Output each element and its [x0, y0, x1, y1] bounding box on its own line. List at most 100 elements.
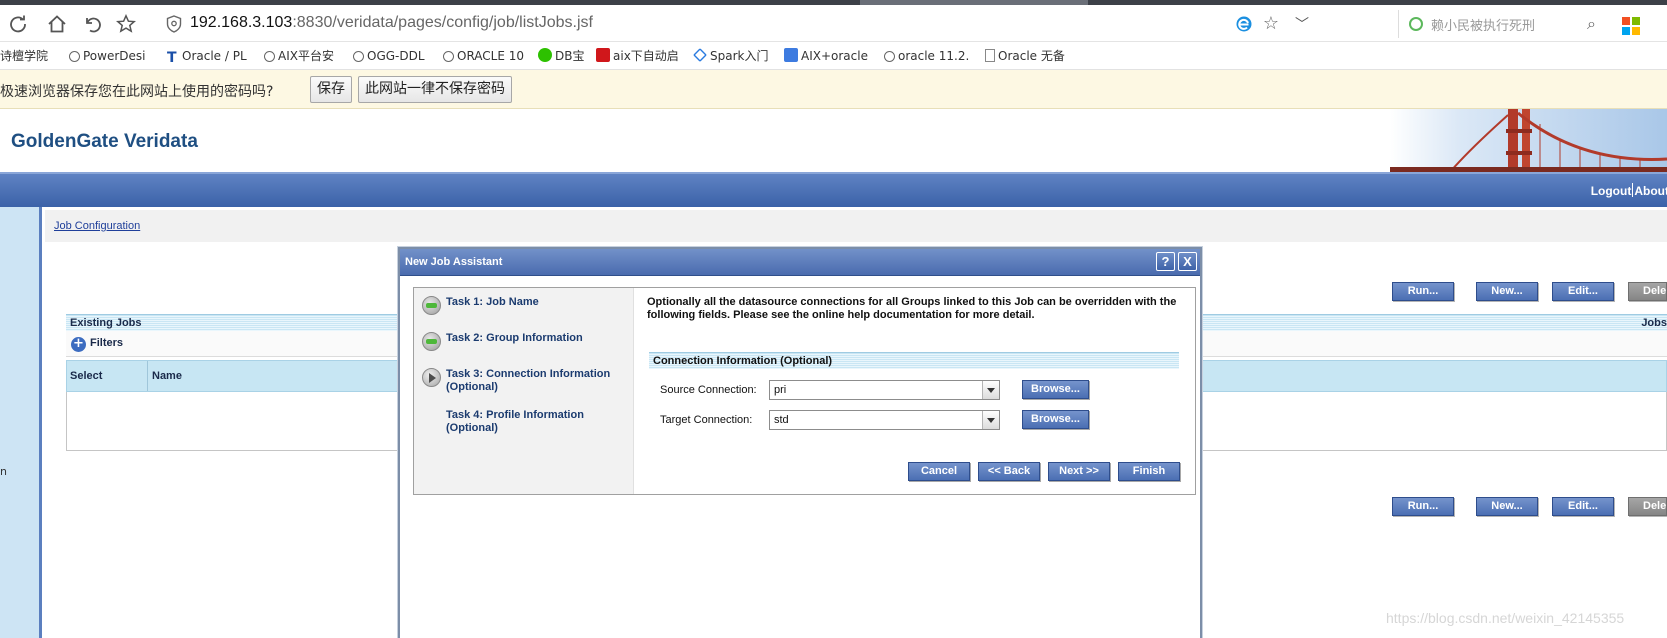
chevron-down-icon[interactable]: ﹀	[1295, 14, 1309, 34]
watermark: https://blog.csdn.net/weixin_42145355	[1386, 610, 1625, 626]
url-path: :8830/veridata/pages/config/job/listJobs…	[292, 14, 593, 31]
browse-source-button[interactable]: Browse...	[1022, 380, 1089, 399]
target-connection-input[interactable]	[770, 411, 982, 429]
delete-button-bottom[interactable]: Delete	[1628, 497, 1667, 516]
logout-link[interactable]: Logout	[1591, 184, 1632, 198]
bookmark-label: aix下自动启	[613, 49, 679, 63]
bookmarks-bar: 诗檀学院 PowerDesi T Oracle / PL AIX平台安 OGG-D…	[0, 42, 1667, 70]
logo-icon	[69, 51, 80, 62]
nav-links: Logout About	[1591, 183, 1667, 198]
source-connection-input[interactable]	[770, 381, 982, 399]
source-connection-combobox[interactable]	[769, 380, 1000, 400]
dialog-titlebar[interactable]: New Job Assistant ? X	[400, 249, 1200, 276]
never-save-password-button[interactable]: 此网站一律不保存密码	[358, 76, 512, 103]
run-button-bottom[interactable]: Run...	[1392, 497, 1454, 516]
t-icon: T	[167, 50, 177, 66]
nav-bar: Logout About	[0, 172, 1667, 207]
bookmark-item[interactable]: Oracle 无备	[985, 47, 1065, 65]
browse-target-button[interactable]: Browse...	[1022, 410, 1089, 429]
favorite-star-icon[interactable]: ☆	[1263, 13, 1279, 34]
filters-label[interactable]: Filters	[90, 337, 123, 349]
bookmark-label: Spark入门	[710, 49, 769, 63]
search-suggestion[interactable]: 赖小民被执行死刑	[1431, 15, 1535, 34]
bookmark-item[interactable]: AIX+oracle	[784, 47, 868, 65]
connection-section-title: Connection Information (Optional)	[653, 355, 833, 367]
step-profile-information[interactable]: Task 4: Profile Information (Optional)	[414, 408, 634, 438]
existing-jobs-title: Existing Jobs	[70, 317, 142, 329]
step-complete-icon	[422, 296, 441, 315]
app-header: GoldenGate Veridata	[0, 109, 1667, 172]
url-text[interactable]: 192.168.3.103:8830/veridata/pages/config…	[190, 14, 593, 32]
diamond-icon	[693, 48, 707, 62]
finish-button[interactable]: Finish	[1118, 462, 1180, 481]
bookmark-item[interactable]: AIX平台安	[264, 47, 334, 65]
bookmark-item[interactable]: oracle 11.2.	[884, 47, 969, 65]
bookmark-label: ORACLE 10	[457, 49, 525, 63]
bookmark-item[interactable]: OGG-DDL	[353, 47, 425, 65]
wizard-steps: Task 1: Job Name Task 2: Group Informati…	[414, 288, 634, 494]
step-group-information[interactable]: Task 2: Group Information	[414, 330, 634, 354]
bookmark-item[interactable]: aix下自动启	[596, 47, 679, 65]
bookmark-item[interactable]: 诗檀学院	[0, 47, 48, 65]
wechat-icon	[538, 48, 552, 62]
connection-section-header: Connection Information (Optional)	[649, 352, 1179, 369]
target-connection-label: Target Connection:	[660, 414, 753, 426]
csdn-icon	[596, 48, 610, 62]
home-icon[interactable]	[47, 14, 67, 34]
new-button-bottom[interactable]: New...	[1476, 497, 1538, 516]
column-header-select[interactable]: Select	[70, 370, 102, 382]
golden-gate-bridge-banner	[1390, 109, 1667, 172]
bookmark-star-icon[interactable]	[115, 13, 137, 34]
bookmark-label: DB宝	[555, 49, 585, 63]
logo-icon	[353, 51, 364, 62]
page-icon	[985, 49, 995, 62]
bookmark-item[interactable]: Spark入门	[693, 47, 768, 65]
dialog-title: New Job Assistant	[405, 256, 503, 268]
help-icon[interactable]: ?	[1156, 252, 1175, 271]
bookmark-item[interactable]: DB宝	[538, 47, 584, 65]
chevron-down-icon[interactable]	[982, 381, 999, 399]
next-button[interactable]: Next >>	[1048, 462, 1110, 481]
edit-button-bottom[interactable]: Edit...	[1552, 497, 1614, 516]
address-bar[interactable]: 192.168.3.103:8830/veridata/pages/config…	[158, 10, 1313, 38]
search-engine-icon	[1409, 17, 1423, 31]
bookmark-item[interactable]: T Oracle / PL	[167, 47, 247, 66]
new-button-top[interactable]: New...	[1476, 282, 1538, 301]
search-box[interactable]: 赖小民被执行死刑 ⌕	[1398, 10, 1596, 38]
left-panel: n	[0, 207, 42, 638]
ie-mode-icon[interactable]	[1235, 15, 1253, 33]
step-label: Task 4: Profile Information (Optional)	[446, 409, 584, 434]
edit-button-top[interactable]: Edit...	[1552, 282, 1614, 301]
bookmark-item[interactable]: ORACLE 10	[443, 47, 524, 65]
expand-filters-icon[interactable]: +	[71, 337, 86, 352]
cancel-button[interactable]: Cancel	[908, 462, 970, 481]
reload-icon[interactable]	[8, 14, 28, 34]
step-complete-icon	[422, 332, 441, 351]
run-button-top[interactable]: Run...	[1392, 282, 1454, 301]
apps-grid-icon[interactable]	[1622, 17, 1640, 35]
step-label: Task 1: Job Name	[446, 296, 539, 308]
delete-button-top[interactable]: Delete	[1628, 282, 1667, 301]
bookmark-item[interactable]: PowerDesi	[69, 47, 146, 65]
save-password-button[interactable]: 保存	[310, 76, 352, 103]
chevron-down-icon[interactable]	[982, 411, 999, 429]
breadcrumb-job-configuration[interactable]: Job Configuration	[54, 220, 140, 232]
back-button[interactable]: << Back	[978, 462, 1040, 481]
step-connection-information[interactable]: Task 3: Connection Information (Optional…	[414, 366, 634, 396]
wizard-panel: Task 1: Job Name Task 2: Group Informati…	[413, 287, 1196, 495]
target-connection-combobox[interactable]	[769, 410, 1000, 430]
new-job-assistant-dialog: New Job Assistant ? X Task 1: Job Name T…	[398, 247, 1202, 638]
step-current-arrow-icon	[422, 368, 441, 387]
jobs-count-label: Jobs	[1641, 317, 1667, 329]
page-root: 192.168.3.103:8830/veridata/pages/config…	[0, 0, 1667, 638]
bookmark-label: AIX+oracle	[801, 49, 868, 63]
step-job-name[interactable]: Task 1: Job Name	[414, 294, 634, 318]
column-header-name[interactable]: Name	[152, 370, 182, 382]
about-link[interactable]: About	[1634, 184, 1667, 198]
connection-description: Optionally all the datasource connection…	[647, 296, 1177, 321]
wizard-content: Optionally all the datasource connection…	[635, 288, 1195, 494]
bookmark-label: Oracle 无备	[998, 49, 1065, 63]
close-icon[interactable]: X	[1178, 252, 1197, 271]
undo-icon[interactable]	[82, 14, 102, 34]
search-icon[interactable]: ⌕	[1587, 14, 1596, 34]
